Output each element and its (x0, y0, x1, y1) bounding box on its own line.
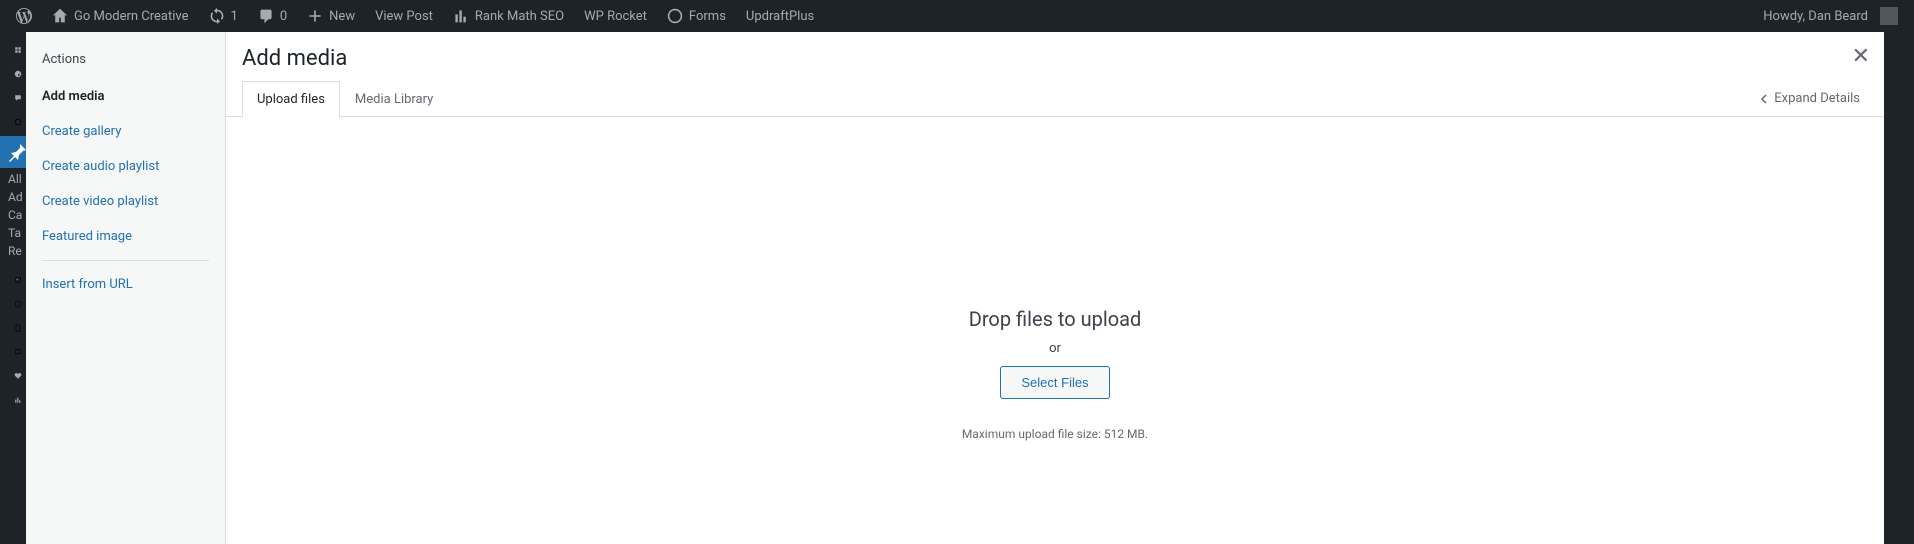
wp-rocket-link[interactable]: WP Rocket (576, 0, 655, 32)
upload-dropzone[interactable]: Drop files to upload or Select Files Max… (242, 117, 1868, 441)
view-post-label: View Post (375, 9, 433, 24)
pages-icon[interactable] (8, 318, 28, 338)
adminbar-right: Howdy, Dan Beard (1755, 0, 1906, 32)
modal-title: Add media (242, 32, 1868, 81)
sidebar-create-gallery[interactable]: Create gallery (26, 114, 225, 149)
oxygen-icon[interactable] (8, 112, 28, 132)
rank-math-label: Rank Math SEO (475, 9, 564, 24)
adminbar-left: Go Modern Creative 1 0 New View Post Ran… (8, 0, 822, 32)
forms-label: Forms (689, 9, 726, 24)
updates-count: 1 (231, 9, 238, 24)
forms-icon (667, 8, 683, 24)
wp-logo[interactable] (8, 0, 40, 32)
close-icon: ✕ (1852, 44, 1870, 69)
modal-main: Add media ✕ Upload files Media Library E… (226, 32, 1884, 544)
view-post-link[interactable]: View Post (367, 0, 441, 32)
or-text: or (242, 341, 1868, 356)
stats-icon[interactable] (8, 390, 28, 410)
updraft-link[interactable]: UpdraftPlus (738, 0, 822, 32)
modal-sidebar: Actions Add media Create gallery Create … (26, 32, 226, 544)
comments-link[interactable]: 0 (250, 0, 295, 32)
wp-rocket-label: WP Rocket (584, 9, 647, 24)
tab-upload-files[interactable]: Upload files (242, 81, 340, 117)
dashboard-icon[interactable] (8, 40, 28, 60)
howdy-link[interactable]: Howdy, Dan Beard (1755, 0, 1906, 32)
wordpress-icon (16, 8, 32, 24)
media-modal: Actions Add media Create gallery Create … (26, 32, 1884, 544)
comments-icon[interactable] (8, 88, 28, 108)
select-files-button[interactable]: Select Files (1000, 366, 1109, 399)
heart-icon[interactable] (8, 366, 28, 386)
howdy-label: Howdy, Dan Beard (1763, 9, 1868, 24)
sidebar-create-audio[interactable]: Create audio playlist (26, 149, 225, 184)
wp-adminbar: Go Modern Creative 1 0 New View Post Ran… (0, 0, 1914, 32)
plus-icon (307, 8, 323, 24)
sidebar-insert-url[interactable]: Insert from URL (26, 267, 225, 302)
actions-heading: Actions (26, 48, 225, 79)
site-name-link[interactable]: Go Modern Creative (44, 0, 197, 32)
chevron-left-icon (1760, 94, 1770, 104)
refresh-icon (209, 8, 225, 24)
avatar (1880, 7, 1898, 25)
sidebar-add-media[interactable]: Add media (26, 79, 225, 114)
sidebar-divider (42, 260, 209, 261)
forms-link[interactable]: Forms (659, 0, 734, 32)
expand-details-label: Expand Details (1774, 91, 1860, 106)
close-button[interactable]: ✕ (1848, 42, 1874, 72)
pin-icon (8, 142, 28, 162)
new-link[interactable]: New (299, 0, 363, 32)
shield-icon[interactable] (8, 294, 28, 314)
rank-math-link[interactable]: Rank Math SEO (445, 0, 572, 32)
max-upload-size-text: Maximum upload file size: 512 MB. (242, 427, 1868, 441)
g-icon[interactable] (8, 64, 28, 84)
home-icon (52, 8, 68, 24)
updraft-label: UpdraftPlus (746, 9, 814, 24)
comment-icon (258, 8, 274, 24)
updates-link[interactable]: 1 (201, 0, 246, 32)
new-label: New (329, 9, 355, 24)
expand-details-button[interactable]: Expand Details (1760, 91, 1868, 106)
sidebar-featured-image[interactable]: Featured image (26, 219, 225, 254)
tab-media-library[interactable]: Media Library (340, 81, 448, 117)
sidebar-create-video[interactable]: Create video playlist (26, 184, 225, 219)
site-name-label: Go Modern Creative (74, 9, 189, 24)
comments-count: 0 (280, 9, 287, 24)
media-icon[interactable] (8, 270, 28, 290)
drop-heading: Drop files to upload (242, 307, 1868, 331)
bubble-icon[interactable] (8, 342, 28, 362)
tabs-row: Upload files Media Library Expand Detail… (226, 81, 1884, 117)
chart-bar-icon (453, 8, 469, 24)
